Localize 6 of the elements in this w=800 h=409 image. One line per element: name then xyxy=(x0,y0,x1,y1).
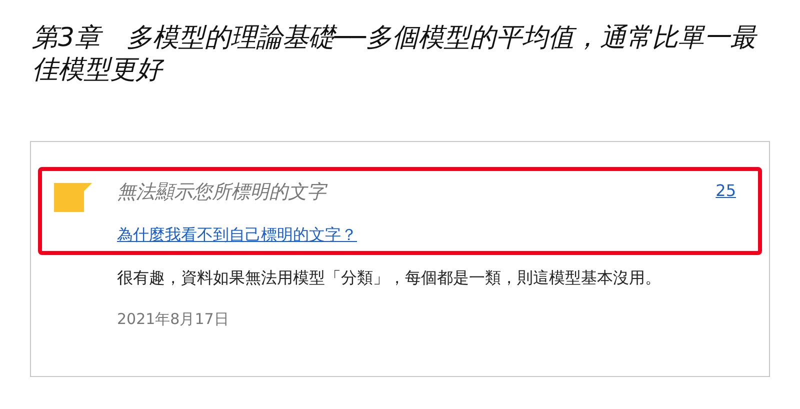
date-text: 2021年8月17日 xyxy=(117,309,230,330)
chapter-title: 第3章 多模型的理論基礎──多個模型的平均值，通常比單一最佳模型更好 xyxy=(31,22,758,86)
page-link[interactable]: 25 xyxy=(716,179,736,203)
highlight-text: 無法顯示您所標明的文字 xyxy=(117,180,326,205)
note-text: 很有趣，資料如果無法用模型「分類」，每個都是一類，則這模型基本沒用。 xyxy=(117,267,662,289)
help-link[interactable]: 為什麼我看不到自己標明的文字？ xyxy=(117,224,357,246)
